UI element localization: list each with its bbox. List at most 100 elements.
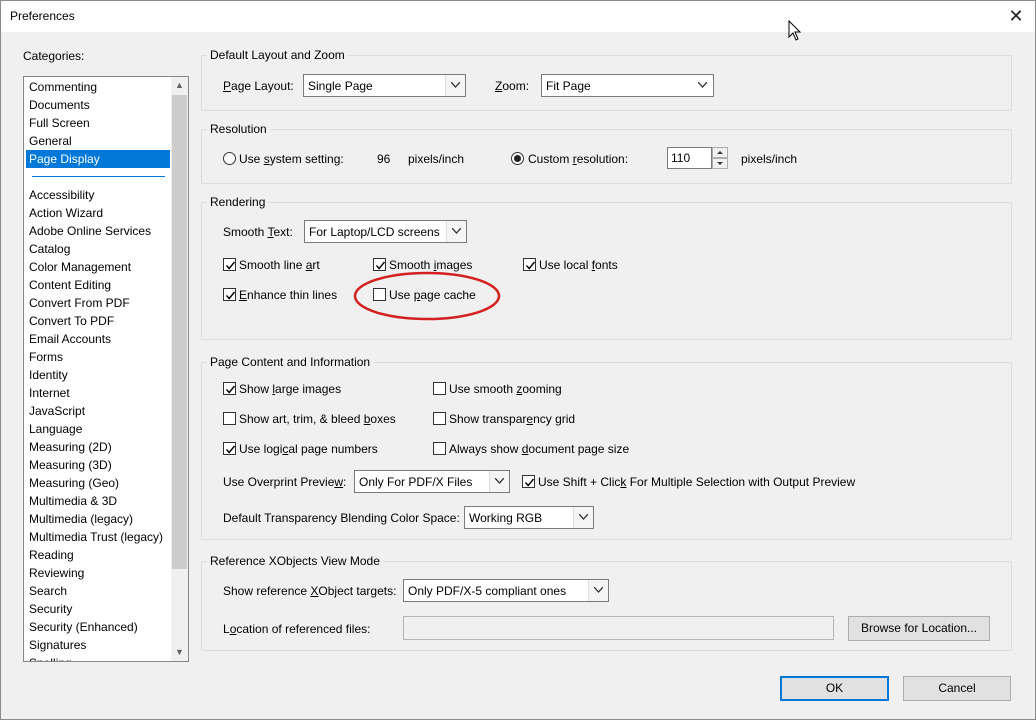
- title-bar: Preferences ✕: [1, 1, 1035, 32]
- xobject-targets-value: Only PDF/X-5 compliant ones: [408, 584, 567, 598]
- overprint-label: Use Overprint Preview:: [223, 475, 347, 489]
- zoom-value: Fit Page: [546, 79, 591, 93]
- category-item[interactable]: Multimedia Trust (legacy): [26, 528, 170, 546]
- category-item[interactable]: Convert To PDF: [26, 312, 170, 330]
- ok-button[interactable]: OK: [780, 676, 889, 701]
- custom-resolution-input[interactable]: 110: [667, 147, 712, 169]
- category-item[interactable]: Commenting: [26, 78, 170, 96]
- category-item[interactable]: Internet: [26, 384, 170, 402]
- category-item[interactable]: Security (Enhanced): [26, 618, 170, 636]
- smooth-line-art-label: Smooth line art: [239, 258, 320, 272]
- category-item[interactable]: Forms: [26, 348, 170, 366]
- category-item[interactable]: JavaScript: [26, 402, 170, 420]
- smooth-text-dropdown[interactable]: For Laptop/LCD screens: [304, 220, 467, 243]
- category-item[interactable]: Reviewing: [26, 564, 170, 582]
- smooth-text-value: For Laptop/LCD screens: [309, 225, 440, 239]
- category-item[interactable]: Language: [26, 420, 170, 438]
- xobjects-title: Reference XObjects View Mode: [207, 554, 383, 568]
- category-item[interactable]: Multimedia (legacy): [26, 510, 170, 528]
- category-item[interactable]: Action Wizard: [26, 204, 170, 222]
- blending-dropdown[interactable]: Working RGB: [464, 506, 594, 529]
- use-local-fonts-checkbox[interactable]: [523, 258, 536, 271]
- location-label: Location of referenced files:: [223, 622, 371, 636]
- checkmark-icon: [225, 291, 236, 300]
- chevron-down-icon[interactable]: [588, 580, 608, 601]
- spin-down-icon[interactable]: [712, 158, 728, 169]
- chevron-down-icon[interactable]: [445, 75, 465, 96]
- use-local-fonts-label: Use local fonts: [539, 258, 618, 272]
- system-resolution-value: 96: [377, 152, 391, 166]
- use-smooth-zooming-checkbox[interactable]: [433, 382, 446, 395]
- categories-label: Categories:: [23, 49, 85, 63]
- close-icon[interactable]: ✕: [1005, 5, 1027, 27]
- smooth-line-art-checkbox[interactable]: [223, 258, 236, 271]
- category-item[interactable]: Multimedia & 3D: [26, 492, 170, 510]
- xobject-targets-label: Show reference XObject targets:: [223, 584, 397, 598]
- category-item[interactable]: Email Accounts: [26, 330, 170, 348]
- scroll-down-icon[interactable]: ▼: [171, 644, 188, 661]
- shift-click-label: Use Shift + Click For Multiple Selection…: [538, 475, 856, 489]
- blending-value: Working RGB: [469, 511, 543, 525]
- chevron-down-icon[interactable]: [446, 221, 466, 242]
- category-item[interactable]: Measuring (Geo): [26, 474, 170, 492]
- smooth-text-label: Smooth Text:: [223, 225, 293, 239]
- category-item[interactable]: Reading: [26, 546, 170, 564]
- category-item[interactable]: Signatures: [26, 636, 170, 654]
- category-item[interactable]: Page Display: [26, 150, 170, 168]
- show-transparency-grid-checkbox[interactable]: [433, 412, 446, 425]
- window-title: Preferences: [10, 9, 75, 23]
- location-input[interactable]: [403, 616, 834, 640]
- shift-click-checkbox[interactable]: [522, 475, 535, 488]
- page-layout-dropdown[interactable]: Single Page: [303, 74, 466, 97]
- category-separator: [32, 176, 165, 177]
- show-large-images-checkbox[interactable]: [223, 382, 236, 395]
- checkmark-icon: [225, 261, 236, 270]
- checkmark-icon: [524, 478, 535, 487]
- category-item[interactable]: Measuring (3D): [26, 456, 170, 474]
- category-item[interactable]: Convert From PDF: [26, 294, 170, 312]
- show-art-trim-checkbox[interactable]: [223, 412, 236, 425]
- category-item[interactable]: Identity: [26, 366, 170, 384]
- overprint-value: Only For PDF/X Files: [359, 475, 473, 489]
- always-show-page-size-checkbox[interactable]: [433, 442, 446, 455]
- zoom-label: Zoom:: [495, 79, 530, 93]
- system-setting-radio[interactable]: [223, 152, 236, 165]
- use-logical-page-numbers-label: Use logical page numbers: [239, 442, 378, 456]
- category-item[interactable]: Search: [26, 582, 170, 600]
- category-item[interactable]: Documents: [26, 96, 170, 114]
- cancel-button[interactable]: Cancel: [903, 676, 1011, 701]
- category-item[interactable]: Spelling: [26, 654, 170, 661]
- custom-resolution-value: 110: [671, 151, 691, 165]
- xobject-targets-dropdown[interactable]: Only PDF/X-5 compliant ones: [403, 579, 609, 602]
- system-setting-label: Use system setting:: [239, 152, 344, 166]
- category-item[interactable]: Adobe Online Services: [26, 222, 170, 240]
- show-transparency-grid-label: Show transparency grid: [449, 412, 576, 426]
- chevron-down-icon[interactable]: [489, 471, 509, 492]
- scroll-thumb[interactable]: [172, 95, 187, 569]
- category-item[interactable]: Content Editing: [26, 276, 170, 294]
- category-item[interactable]: Accessibility: [26, 186, 170, 204]
- category-item[interactable]: Measuring (2D): [26, 438, 170, 456]
- overprint-dropdown[interactable]: Only For PDF/X Files: [354, 470, 510, 493]
- category-item[interactable]: Color Management: [26, 258, 170, 276]
- category-item[interactable]: General: [26, 132, 170, 150]
- custom-resolution-unit: pixels/inch: [741, 152, 798, 166]
- browse-location-button[interactable]: Browse for Location...: [848, 616, 990, 641]
- category-item[interactable]: Security: [26, 600, 170, 618]
- system-resolution-unit: pixels/inch: [408, 152, 465, 166]
- categories-scrollbar[interactable]: ▲ ▼: [171, 77, 188, 661]
- category-item[interactable]: Catalog: [26, 240, 170, 258]
- chevron-down-icon[interactable]: [693, 75, 713, 96]
- custom-resolution-radio[interactable]: [511, 152, 524, 165]
- enhance-thin-lines-checkbox[interactable]: [223, 288, 236, 301]
- chevron-down-icon[interactable]: [573, 507, 593, 528]
- spin-up-icon[interactable]: [712, 147, 728, 158]
- enhance-thin-lines-label: Enhance thin lines: [239, 288, 338, 302]
- use-logical-page-numbers-checkbox[interactable]: [223, 442, 236, 455]
- custom-resolution-label: Custom resolution:: [528, 152, 629, 166]
- checkmark-icon: [225, 445, 236, 454]
- scroll-up-icon[interactable]: ▲: [171, 77, 188, 94]
- category-item[interactable]: Full Screen: [26, 114, 170, 132]
- categories-list[interactable]: Commenting Documents Full Screen General Pag…: [23, 76, 189, 662]
- zoom-dropdown[interactable]: Fit Page: [541, 74, 714, 97]
